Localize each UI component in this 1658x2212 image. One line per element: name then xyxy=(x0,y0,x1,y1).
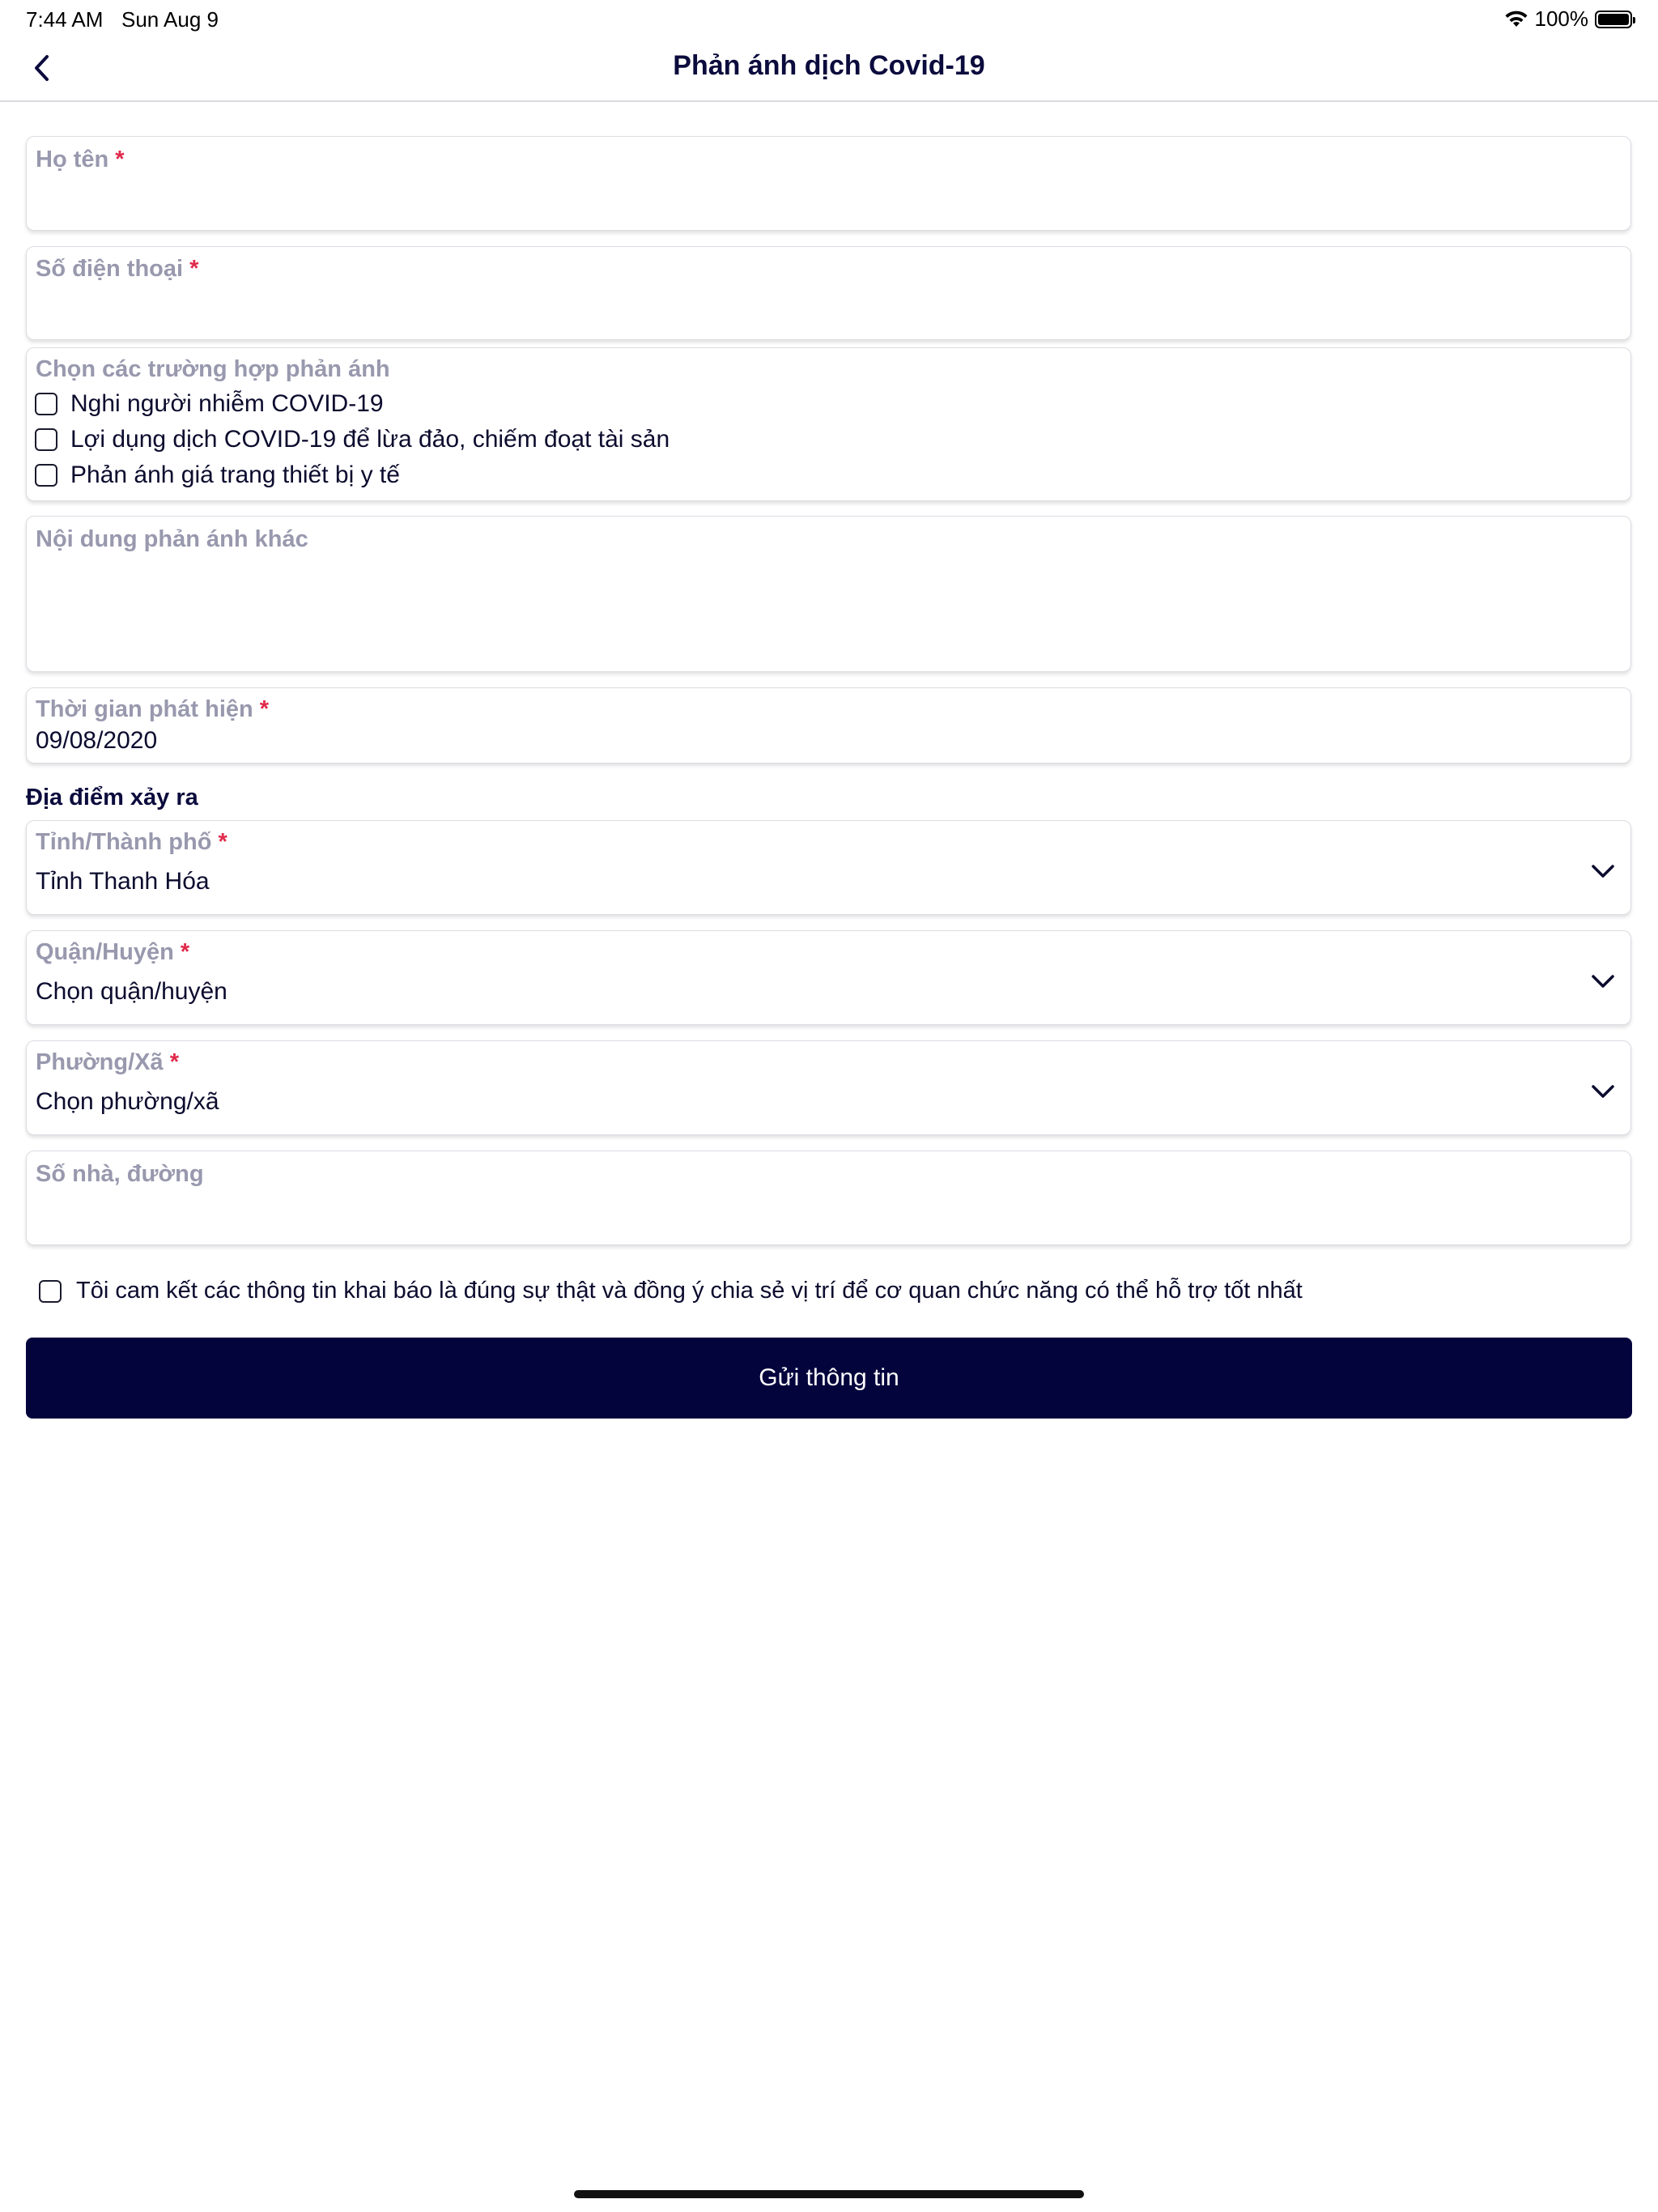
case-option-label: Phản ánh giá trang thiết bị y tế xyxy=(70,462,400,488)
status-right: 100% xyxy=(1504,6,1635,32)
case-option-label: Nghi người nhiễm COVID-19 xyxy=(70,390,384,417)
location-section-title: Địa điểm xảy ra xyxy=(26,785,198,810)
required-mark: * xyxy=(180,939,190,965)
checkbox[interactable] xyxy=(35,464,57,487)
phone-field[interactable]: Số điện thoại * xyxy=(26,246,1631,340)
province-value: Tỉnh Thanh Hóa xyxy=(36,868,210,895)
checkbox[interactable] xyxy=(35,428,57,451)
submit-button[interactable]: Gửi thông tin xyxy=(26,1338,1632,1419)
district-value: Chọn quận/huyện xyxy=(36,978,227,1005)
phone-label: Số điện thoại * xyxy=(36,256,199,282)
case-option-label: Lợi dụng dịch COVID-19 để lừa đảo, chiếm… xyxy=(70,426,670,453)
commitment-checkbox-row[interactable]: Tôi cam kết các thông tin khai báo là đú… xyxy=(39,1278,1303,1304)
address-label: Số nhà, đường xyxy=(36,1161,204,1187)
district-select[interactable]: Quận/Huyện * Chọn quận/huyện xyxy=(26,930,1631,1025)
ward-select[interactable]: Phường/Xã * Chọn phường/xã xyxy=(26,1040,1631,1135)
address-field[interactable]: Số nhà, đường xyxy=(26,1151,1631,1245)
chevron-down-icon[interactable] xyxy=(1587,1075,1619,1108)
case-option[interactable]: Lợi dụng dịch COVID-19 để lừa đảo, chiếm… xyxy=(35,426,670,453)
ward-label: Phường/Xã * xyxy=(36,1049,179,1075)
other-content-label: Nội dung phản ánh khác xyxy=(36,526,308,552)
other-content-field[interactable]: Nội dung phản ánh khác xyxy=(26,516,1631,672)
chevron-down-icon[interactable] xyxy=(1587,855,1619,887)
required-mark: * xyxy=(218,829,227,855)
detect-time-value[interactable]: 09/08/2020 xyxy=(36,727,157,755)
required-mark: * xyxy=(115,147,125,172)
status-bar: 7:44 AM Sun Aug 9 100% xyxy=(0,0,1658,39)
cases-group: Chọn các trường hợp phản ánh Nghi người … xyxy=(26,347,1631,501)
home-indicator xyxy=(574,2190,1084,2198)
required-mark: * xyxy=(169,1049,179,1075)
case-option[interactable]: Phản ánh giá trang thiết bị y tế xyxy=(35,462,400,489)
wifi-icon xyxy=(1505,11,1527,27)
province-label: Tỉnh/Thành phố * xyxy=(36,829,227,855)
district-label: Quận/Huyện * xyxy=(36,939,190,965)
full-name-field[interactable]: Họ tên * xyxy=(26,136,1631,231)
required-mark: * xyxy=(259,696,270,722)
full-name-label: Họ tên * xyxy=(36,147,125,172)
battery-icon xyxy=(1595,10,1635,28)
checkbox[interactable] xyxy=(39,1279,62,1303)
battery-percent: 100% xyxy=(1534,6,1589,31)
province-select[interactable]: Tỉnh/Thành phố * Tỉnh Thanh Hóa xyxy=(26,820,1631,915)
status-time: 7:44 AM xyxy=(26,7,104,32)
case-option[interactable]: Nghi người nhiễm COVID-19 xyxy=(35,390,384,418)
commitment-text: Tôi cam kết các thông tin khai báo là đú… xyxy=(76,1278,1303,1304)
cases-label: Chọn các trường hợp phản ánh xyxy=(36,356,390,382)
detect-time-field[interactable]: Thời gian phát hiện * 09/08/2020 xyxy=(26,687,1631,764)
chevron-down-icon[interactable] xyxy=(1587,965,1619,998)
required-mark: * xyxy=(189,256,199,282)
detect-time-label: Thời gian phát hiện * xyxy=(36,696,270,722)
ward-value: Chọn phường/xã xyxy=(36,1088,219,1115)
status-date: Sun Aug 9 xyxy=(121,7,219,32)
page-title: Phản ánh dịch Covid-19 xyxy=(673,50,985,81)
nav-bar: Phản ánh dịch Covid-19 xyxy=(0,39,1658,102)
checkbox[interactable] xyxy=(35,393,57,415)
